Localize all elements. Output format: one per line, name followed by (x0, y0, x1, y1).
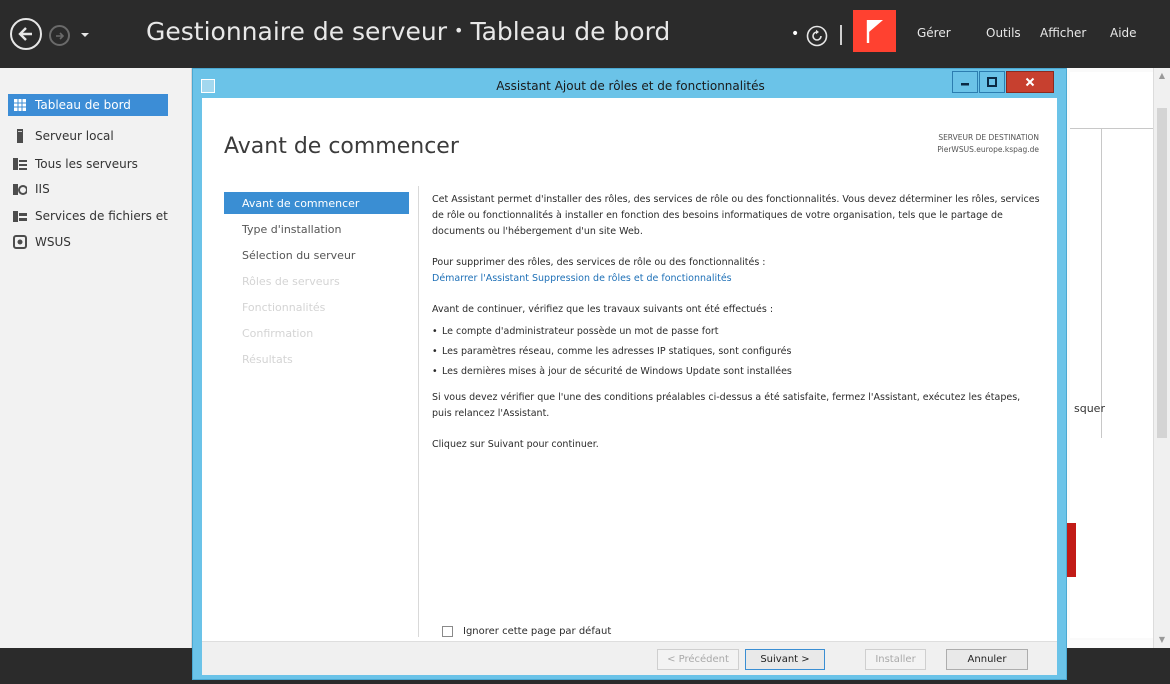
sidebar-item-label: Serveur local (35, 129, 114, 143)
wizard-heading: Avant de commencer (224, 134, 459, 159)
back-arrow-icon (18, 27, 32, 41)
scroll-down-icon[interactable]: ▼ (1157, 635, 1167, 645)
dashboard-vertical-divider (1101, 128, 1102, 438)
sidebar-item-wsus[interactable]: WSUS (8, 231, 198, 253)
list-item: Les paramètres réseau, comme les adresse… (432, 344, 1042, 360)
sidebar: Tableau de bord Serveur local Tous les s… (0, 68, 192, 648)
sidebar-item-all-servers[interactable]: Tous les serveurs (8, 153, 198, 175)
step-installation-type[interactable]: Type d'installation (224, 218, 409, 240)
hide-link[interactable]: squer (1074, 402, 1105, 415)
destination-server: SERVEUR DE DESTINATION PierWSUS.europe.k… (937, 132, 1039, 156)
minimize-icon (961, 83, 969, 86)
add-roles-wizard-window: Assistant Ajout de rôles et de fonctionn… (192, 68, 1067, 680)
wsus-icon (13, 235, 27, 249)
step-confirmation: Confirmation (242, 326, 314, 340)
maximize-button[interactable] (979, 71, 1005, 93)
forward-arrow-icon (55, 31, 64, 40)
sidebar-item-dashboard[interactable]: Tableau de bord (8, 94, 168, 116)
verify-text: Si vous devez vérifier que l'une des con… (432, 392, 1021, 419)
list-item: Les dernières mises à jour de sécurité d… (432, 364, 1042, 380)
page-name: Tableau de bord (470, 17, 671, 46)
file-services-icon (13, 209, 27, 223)
back-button[interactable] (10, 18, 42, 50)
notifications-flag-icon[interactable] (853, 10, 896, 52)
step-features: Fonctionnalités (242, 300, 326, 314)
step-server-roles: Rôles de serveurs (242, 274, 340, 288)
step-server-selection[interactable]: Sélection du serveur (224, 244, 409, 266)
server-icon (13, 129, 27, 143)
menu-view[interactable]: Afficher (1040, 26, 1086, 40)
wizard-title: Assistant Ajout de rôles et de fonctionn… (496, 79, 765, 93)
main-scrollbar[interactable]: ▲ ▼ (1153, 68, 1170, 648)
step-before-you-begin[interactable]: Avant de commencer (224, 192, 409, 214)
install-button[interactable]: Installer (865, 649, 926, 670)
step-results: Résultats (242, 352, 293, 366)
check-intro-text: Avant de continuer, vérifiez que les tra… (432, 304, 774, 315)
skip-page-checkbox[interactable] (442, 626, 453, 637)
maximize-icon (987, 77, 997, 87)
cancel-button[interactable]: Annuler (946, 649, 1028, 670)
title-separator: • (454, 21, 464, 40)
app-title: Gestionnaire de serveur (146, 17, 448, 46)
sidebar-item-label: Services de fichiers et (35, 209, 168, 223)
minimize-button[interactable] (952, 71, 978, 93)
previous-button[interactable]: < Précédent (657, 649, 739, 670)
sidebar-item-file-services[interactable]: Services de fichiers et (8, 205, 198, 227)
refresh-icon[interactable] (806, 25, 828, 47)
steps-divider (418, 186, 419, 637)
next-button[interactable]: Suivant > (745, 649, 825, 670)
iis-icon (13, 182, 28, 196)
dashboard-divider (1070, 128, 1154, 129)
prerequisites-list: Le compte d'administrateur possède un mo… (432, 324, 1042, 380)
list-item: Le compte d'administrateur possède un mo… (432, 324, 1042, 340)
close-button[interactable] (1006, 71, 1054, 93)
header-dot: • (791, 26, 800, 42)
sidebar-item-local-server[interactable]: Serveur local (8, 125, 198, 147)
intro-text: Cet Assistant permet d'installer des rôl… (432, 194, 1040, 237)
wizard-content: Cet Assistant permet d'installer des rôl… (432, 192, 1042, 468)
wizard-body: Avant de commencer SERVEUR DE DESTINATIO… (202, 98, 1057, 641)
forward-button[interactable] (49, 25, 70, 46)
destination-label: SERVEUR DE DESTINATION (938, 133, 1039, 142)
servers-icon (13, 157, 27, 171)
flag-icon (866, 20, 883, 43)
menu-tools[interactable]: Outils (986, 26, 1021, 40)
sidebar-item-label: Tableau de bord (35, 98, 131, 112)
remove-intro-text: Pour supprimer des rôles, des services d… (432, 257, 766, 268)
history-dropdown-icon[interactable] (80, 30, 90, 40)
remove-wizard-link[interactable]: Démarrer l'Assistant Suppression de rôle… (432, 273, 732, 284)
destination-server-name: PierWSUS.europe.kspag.de (937, 145, 1039, 154)
scrollbar-thumb[interactable] (1157, 108, 1167, 438)
wizard-footer: < Précédent Suivant > Installer Annuler (202, 641, 1057, 675)
continue-text: Cliquez sur Suivant pour continuer. (432, 439, 599, 450)
header-divider (840, 25, 842, 45)
dashboard-card (1070, 72, 1154, 638)
scroll-up-icon[interactable]: ▲ (1157, 71, 1167, 81)
sidebar-item-label: IIS (35, 182, 50, 196)
sidebar-item-iis[interactable]: IIS (8, 178, 198, 200)
close-icon (1025, 77, 1035, 87)
skip-page-option[interactable]: Ignorer cette page par défaut (442, 626, 611, 637)
page-title: Gestionnaire de serveur • Tableau de bord (146, 17, 670, 46)
skip-page-label: Ignorer cette page par défaut (463, 626, 612, 637)
menu-help[interactable]: Aide (1110, 26, 1137, 40)
sidebar-item-label: WSUS (35, 235, 71, 249)
dashboard-icon (13, 98, 27, 112)
menu-manage[interactable]: Gérer (917, 26, 951, 40)
server-manager-header: Gestionnaire de serveur • Tableau de bord … (0, 0, 1170, 68)
sidebar-item-label: Tous les serveurs (35, 157, 138, 171)
